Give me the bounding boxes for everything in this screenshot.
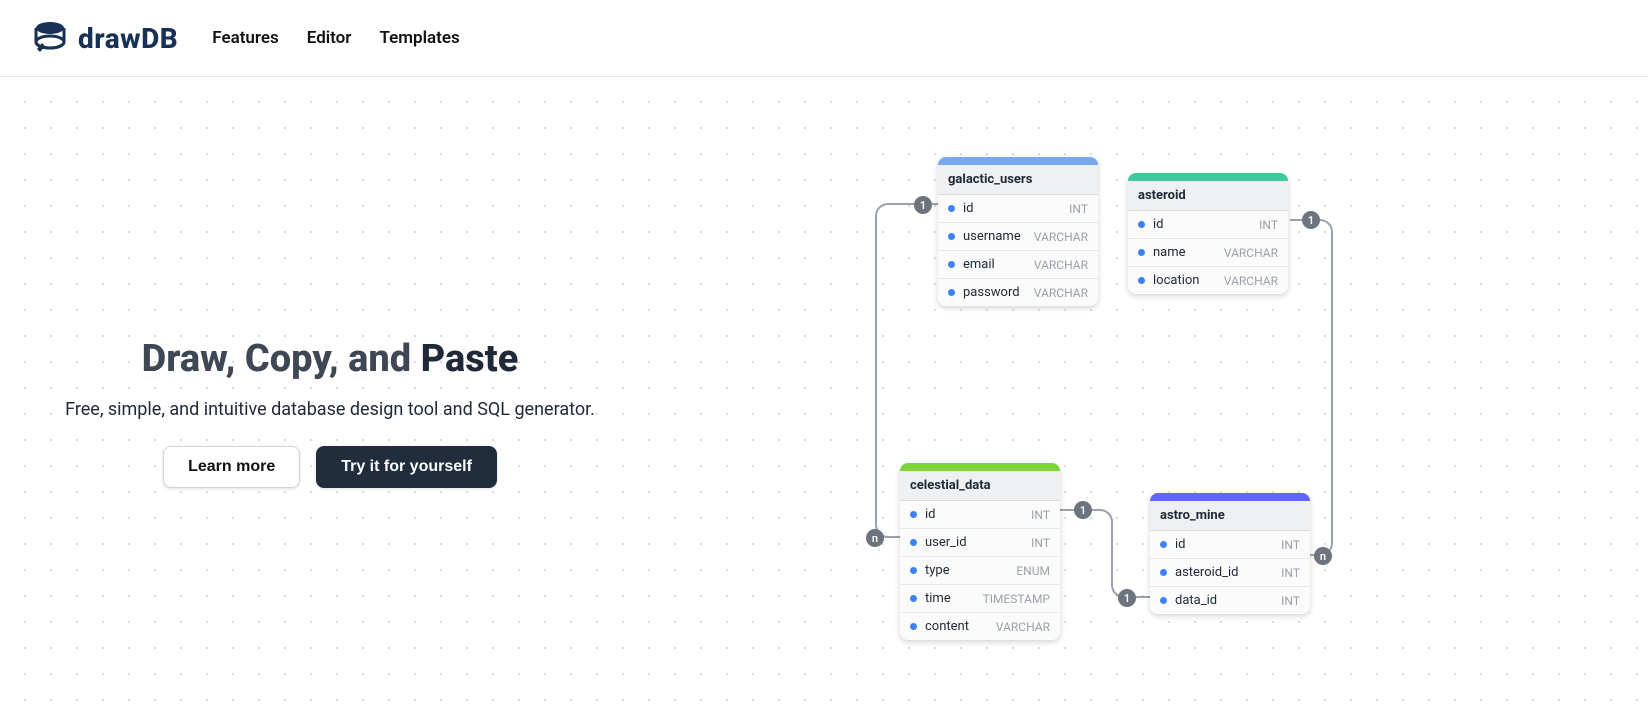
field-dot-icon	[948, 233, 955, 240]
table-row[interactable]: data_idINT	[1150, 586, 1310, 614]
field-name: name	[1153, 245, 1224, 260]
rel-badge-many: n	[866, 529, 884, 547]
field-type: VARCHAR	[1224, 274, 1278, 288]
field-name: location	[1153, 273, 1224, 288]
table-celestial-data[interactable]: celestial_data idINT user_idINT typeENUM…	[900, 463, 1060, 640]
field-type: VARCHAR	[1034, 258, 1088, 272]
field-dot-icon	[910, 595, 917, 602]
field-name: content	[925, 619, 996, 634]
field-dot-icon	[1138, 277, 1145, 284]
database-icon	[30, 18, 70, 58]
logo-text: drawDB	[78, 22, 178, 55]
canvas-area: Draw, Copy, and Paste Free, simple, and …	[0, 76, 1648, 715]
logo[interactable]: drawDB	[30, 18, 178, 58]
field-type: VARCHAR	[996, 620, 1050, 634]
hero: Draw, Copy, and Paste Free, simple, and …	[0, 337, 660, 488]
field-dot-icon	[1138, 221, 1145, 228]
header: drawDB Features Editor Templates	[0, 0, 1648, 76]
field-name: id	[963, 201, 1069, 216]
field-type: INT	[1259, 218, 1278, 232]
nav-features[interactable]: Features	[212, 28, 279, 48]
try-it-button[interactable]: Try it for yourself	[316, 446, 497, 488]
field-dot-icon	[910, 567, 917, 574]
field-type: TIMESTAMP	[983, 592, 1050, 606]
field-name: id	[1175, 537, 1281, 552]
field-name: type	[925, 563, 1016, 578]
field-name: data_id	[1175, 593, 1281, 608]
table-title: astro_mine	[1150, 501, 1310, 531]
field-name: id	[925, 507, 1031, 522]
table-row[interactable]: nameVARCHAR	[1128, 238, 1288, 266]
rel-badge-one: 1	[914, 196, 932, 214]
table-row[interactable]: user_idINT	[900, 528, 1060, 556]
field-type: VARCHAR	[1224, 246, 1278, 260]
field-name: user_id	[925, 535, 1031, 550]
field-dot-icon	[948, 261, 955, 268]
learn-more-button[interactable]: Learn more	[163, 446, 300, 488]
field-dot-icon	[910, 623, 917, 630]
field-name: email	[963, 257, 1034, 272]
field-dot-icon	[948, 289, 955, 296]
table-row[interactable]: contentVARCHAR	[900, 612, 1060, 640]
field-name: username	[963, 229, 1034, 244]
field-name: asteroid_id	[1175, 565, 1281, 580]
field-dot-icon	[910, 539, 917, 546]
field-name: id	[1153, 217, 1259, 232]
table-astro-mine[interactable]: astro_mine idINT asteroid_idINT data_idI…	[1150, 493, 1310, 614]
field-type: INT	[1281, 538, 1300, 552]
rel-badge-one: 1	[1118, 589, 1136, 607]
table-row[interactable]: idINT	[1150, 531, 1310, 558]
field-name: password	[963, 285, 1034, 300]
hero-title-a: Draw, Copy, and	[142, 337, 421, 381]
field-name: time	[925, 591, 983, 606]
field-type: INT	[1031, 536, 1050, 550]
field-dot-icon	[1160, 597, 1167, 604]
table-stripe	[938, 157, 1098, 165]
field-dot-icon	[948, 205, 955, 212]
field-dot-icon	[1160, 569, 1167, 576]
table-asteroid[interactable]: asteroid idINT nameVARCHAR locationVARCH…	[1128, 173, 1288, 294]
hero-title-b: Paste	[421, 337, 519, 381]
field-type: INT	[1031, 508, 1050, 522]
field-dot-icon	[1160, 541, 1167, 548]
field-type: INT	[1281, 594, 1300, 608]
table-stripe	[900, 463, 1060, 471]
field-type: VARCHAR	[1034, 230, 1088, 244]
table-row[interactable]: emailVARCHAR	[938, 250, 1098, 278]
table-stripe	[1150, 493, 1310, 501]
table-row[interactable]: passwordVARCHAR	[938, 278, 1098, 306]
table-title: galactic_users	[938, 165, 1098, 195]
hero-title: Draw, Copy, and Paste	[0, 337, 660, 381]
field-type: ENUM	[1016, 564, 1050, 578]
hero-actions: Learn more Try it for yourself	[0, 446, 660, 488]
table-row[interactable]: idINT	[938, 195, 1098, 222]
table-title: celestial_data	[900, 471, 1060, 501]
table-row[interactable]: idINT	[900, 501, 1060, 528]
nav: Features Editor Templates	[212, 28, 459, 48]
table-stripe	[1128, 173, 1288, 181]
table-row[interactable]: locationVARCHAR	[1128, 266, 1288, 294]
hero-subtitle: Free, simple, and intuitive database des…	[0, 399, 660, 420]
field-dot-icon	[1138, 249, 1145, 256]
table-title: asteroid	[1128, 181, 1288, 211]
table-row[interactable]: asteroid_idINT	[1150, 558, 1310, 586]
rel-badge-many: n	[1314, 547, 1332, 565]
table-row[interactable]: idINT	[1128, 211, 1288, 238]
field-dot-icon	[910, 511, 917, 518]
field-type: INT	[1069, 202, 1088, 216]
field-type: INT	[1281, 566, 1300, 580]
table-row[interactable]: typeENUM	[900, 556, 1060, 584]
nav-templates[interactable]: Templates	[379, 28, 459, 48]
table-row[interactable]: usernameVARCHAR	[938, 222, 1098, 250]
field-type: VARCHAR	[1034, 286, 1088, 300]
rel-badge-one: 1	[1074, 501, 1092, 519]
table-galactic-users[interactable]: galactic_users idINT usernameVARCHAR ema…	[938, 157, 1098, 306]
table-row[interactable]: timeTIMESTAMP	[900, 584, 1060, 612]
rel-badge-one: 1	[1302, 211, 1320, 229]
nav-editor[interactable]: Editor	[307, 28, 352, 48]
